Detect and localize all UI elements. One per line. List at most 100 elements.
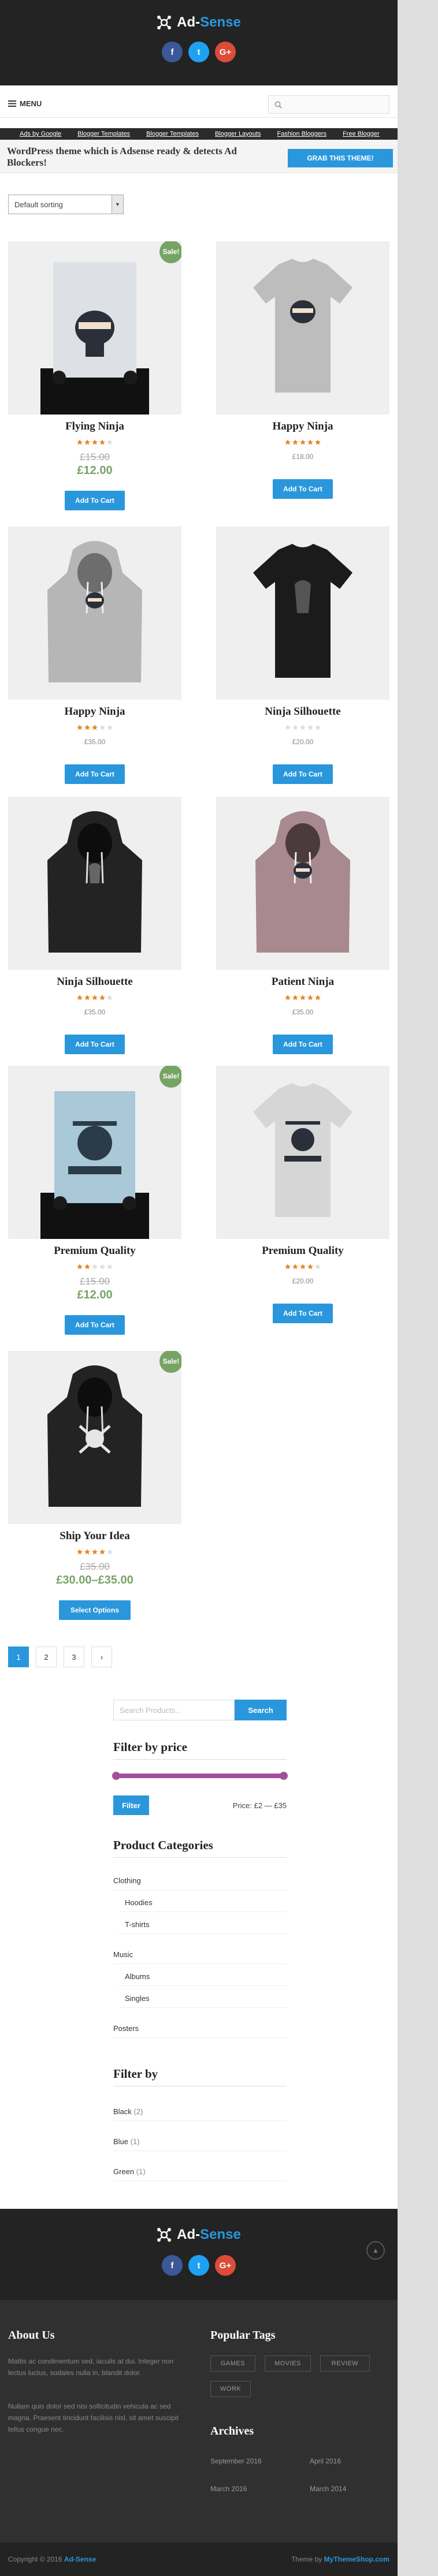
product-image[interactable] [216,797,389,970]
tag-link[interactable]: MOVIES [265,2355,311,2372]
star-empty-icon [107,725,113,730]
category-item[interactable]: Posters [113,2024,287,2038]
product-title[interactable]: Premium Quality [216,1245,389,1257]
product-title[interactable]: Ship Your Idea [8,1530,181,1543]
facebook-icon[interactable]: f [162,42,183,62]
category-item[interactable]: Clothing [113,1876,287,1890]
tag-link[interactable]: REVIEW [320,2355,370,2372]
filter-button[interactable]: Filter [113,1795,149,1815]
grab-theme-button[interactable]: GRAB THIS THEME! [288,149,393,167]
archive-link[interactable]: September 2016 [210,2457,262,2465]
category-item[interactable]: T-shirts [119,1920,287,1934]
next-page-link[interactable]: › [91,1647,112,1667]
ad-link[interactable]: Free Blogger [343,128,380,140]
price-range-slider[interactable] [112,1772,288,1780]
page-link-current[interactable]: 1 [8,1647,29,1667]
product-image[interactable]: Sale! [8,241,181,415]
add-to-cart-button[interactable]: Add To Cart [65,1035,125,1054]
logo-icon [157,2228,172,2242]
star-filled-icon [292,1264,298,1270]
product-title[interactable]: Happy Ninja [216,420,389,433]
add-to-cart-button[interactable]: Add To Cart [273,1035,333,1054]
product-title[interactable]: Patient Ninja [216,976,389,988]
category-item[interactable]: Singles [119,1994,287,2008]
chevron-up-icon[interactable]: ▲ [366,2241,385,2260]
product-image[interactable] [8,797,181,970]
product-image[interactable]: Sale! [8,1066,181,1239]
star-filled-icon [99,1549,105,1555]
page-link[interactable]: 3 [64,1647,84,1667]
product-image[interactable] [216,1066,389,1239]
ad-link[interactable]: Blogger Templates [146,128,199,140]
star-rating [216,994,389,1001]
star-empty-icon [107,995,113,1000]
price-range-label: Price: £2 — £35 [232,1801,287,1810]
archive-link[interactable]: April 2016 [310,2457,341,2465]
page-link[interactable]: 2 [36,1647,57,1667]
copyright-link[interactable]: Ad-Sense [64,2555,96,2563]
product-title[interactable]: Flying Ninja [8,420,181,433]
star-filled-icon [84,995,90,1000]
product-search-input[interactable]: Search Products... [113,1700,235,1720]
star-empty-icon [99,1264,105,1270]
hoodie-image [47,1365,142,1507]
select-options-button[interactable]: Select Options [59,1600,131,1620]
header-search-input[interactable] [268,95,389,114]
add-to-cart-button[interactable]: Add To Cart [65,491,125,510]
theme-credit-link[interactable]: MyThemeShop.com [324,2555,389,2563]
product-image[interactable] [216,527,389,700]
facebook-icon[interactable]: f [162,2255,183,2276]
product-image[interactable] [8,527,181,700]
search-button[interactable]: Search [235,1700,287,1720]
widget-title: Filter by price [113,1740,287,1760]
ad-link[interactable]: Blogger Layouts [215,128,261,140]
category-item[interactable]: Albums [119,1972,287,1986]
archives-title: Archives [210,2425,254,2437]
filter-item[interactable]: Blue (1) [113,2137,287,2151]
regular-price: £20.00 [292,738,314,746]
twitter-icon[interactable]: t [188,2255,209,2276]
add-to-cart-button[interactable]: Add To Cart [273,1304,333,1323]
product-image[interactable]: Sale! [8,1351,181,1524]
menu-toggle[interactable]: MENU [8,99,42,108]
slider-handle-min[interactable] [112,1772,120,1780]
archive-link[interactable]: March 2016 [210,2485,247,2493]
add-to-cart-button[interactable]: Add To Cart [273,479,333,499]
product-price: £35.00 [8,738,181,746]
site-logo[interactable]: Ad-Sense [0,12,398,33]
star-filled-icon [307,995,313,1000]
add-to-cart-button[interactable]: Add To Cart [65,764,125,784]
sorting-select[interactable]: Default sorting ▼ [8,195,124,214]
ad-link[interactable]: Blogger Templates [77,128,130,140]
tag-link[interactable]: GAMES [210,2355,255,2372]
product-title[interactable]: Ninja Silhouette [216,705,389,718]
star-filled-icon [84,439,90,445]
star-empty-icon [107,439,113,445]
tag-link[interactable]: WORK [210,2381,251,2397]
product-title[interactable]: Happy Ninja [8,705,181,718]
old-price: £35.00 [80,1561,110,1572]
pagination: 1 2 3 › [8,1647,112,1667]
social-links: f t G+ [0,42,398,64]
filter-item[interactable]: Green (1) [113,2167,287,2181]
product-title[interactable]: Premium Quality [8,1245,181,1257]
add-to-cart-button[interactable]: Add To Cart [65,1315,125,1335]
category-item[interactable]: Hoodies [119,1898,287,1912]
google-plus-icon[interactable]: G+ [215,2255,236,2276]
add-to-cart-button[interactable]: Add To Cart [273,764,333,784]
star-filled-icon [92,995,98,1000]
product-title[interactable]: Ninja Silhouette [8,976,181,988]
ad-link[interactable]: Fashion Bloggers [277,128,326,140]
poster-image [8,241,181,415]
footer-logo[interactable]: Ad-Sense [0,2224,398,2246]
ad-link[interactable]: Ads by Google [20,128,61,140]
google-plus-icon[interactable]: G+ [215,42,236,62]
archive-link[interactable]: March 2014 [310,2485,346,2493]
filter-item[interactable]: Black (2) [113,2107,287,2121]
category-item[interactable]: Music [113,1950,287,1964]
footer-widgets: About Us Mattis ac condimentum sed, iacu… [0,2300,398,2543]
product-price: £18.00 [216,453,389,461]
product-image[interactable] [216,241,389,415]
twitter-icon[interactable]: t [188,42,209,62]
slider-handle-max[interactable] [280,1772,288,1780]
